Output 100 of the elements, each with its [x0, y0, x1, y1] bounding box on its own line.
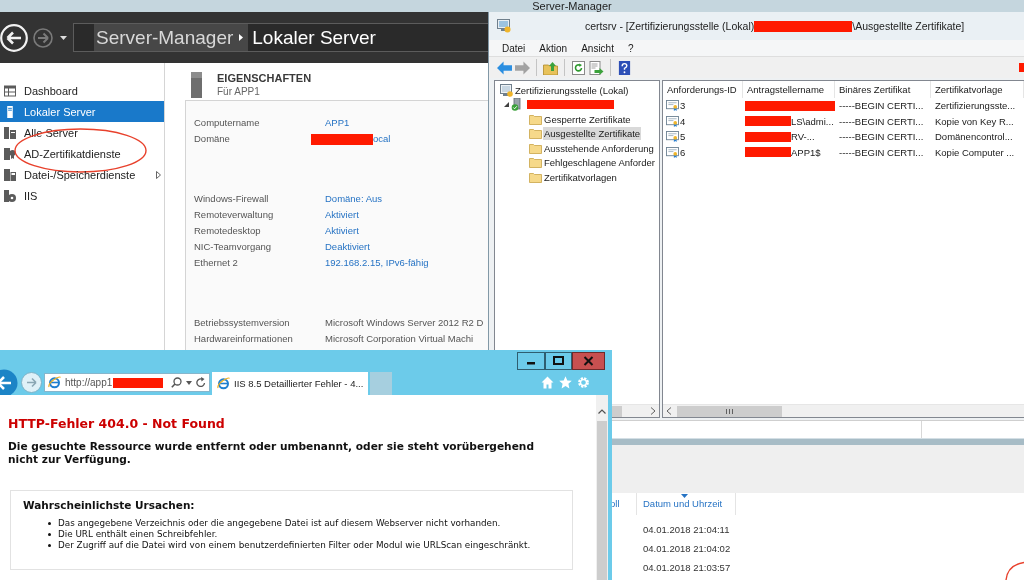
- property-link[interactable]: Aktiviert: [325, 223, 359, 239]
- search-icon[interactable]: [171, 377, 182, 388]
- cause-text: Der Zugriff auf die Datei wird von einem benutzerdefinierten Filter oder Modul wie URLScan eingeschränkt.: [58, 540, 531, 551]
- column-header[interactable]: Datum und Uhrzeit: [636, 493, 736, 515]
- certificate-icon: [666, 131, 679, 143]
- table-cell-text: -----BEGIN CERTI...: [838, 145, 925, 160]
- list-row[interactable]: 5 RV-... -----BEGIN CERTI... Domänencontrol...: [663, 129, 1024, 145]
- scroll-thumb[interactable]: [612, 405, 622, 417]
- star-icon[interactable]: [559, 376, 572, 389]
- property-value: Microsoft Corporation Virtual Machi: [325, 332, 474, 346]
- export-icon[interactable]: [589, 60, 604, 75]
- table-cell-text: 5: [680, 130, 686, 144]
- certificate-server-icon: [4, 147, 16, 160]
- table-cell-text: 04.01.2018 21:04:11: [642, 523, 731, 537]
- menu-item[interactable]: Aktion: [539, 42, 568, 54]
- folder-icon: [529, 157, 542, 169]
- table-cell-text: -----BEGIN CERTI...: [838, 99, 925, 113]
- table-cell-text: 6: [680, 145, 686, 160]
- tree-item[interactable]: Zertifikatvorlagen: [543, 170, 618, 184]
- column-header[interactable]: Antragstellername: [743, 81, 835, 98]
- caret-icon[interactable]: [186, 380, 192, 385]
- property-link[interactable]: 192.168.2.15, IPv6-fähig: [325, 255, 429, 271]
- browser-tab[interactable]: IIS 8.5 Detaillierter Fehler - 4...: [212, 372, 368, 395]
- list-row[interactable]: 6 APP1$ -----BEGIN CERTI... Kopie Computer ...: [663, 144, 1024, 160]
- maximize-icon[interactable]: [545, 352, 572, 370]
- chevron-icon: [239, 34, 244, 41]
- close-icon[interactable]: [572, 352, 605, 370]
- property-link[interactable]: Deaktiviert: [325, 239, 370, 255]
- property-label: Computername: [194, 116, 261, 130]
- sidebar-item[interactable]: IIS: [0, 185, 164, 206]
- scroll-thumb[interactable]: [677, 405, 782, 417]
- refresh-icon[interactable]: [571, 60, 586, 75]
- menu-item[interactable]: ?: [627, 42, 634, 54]
- browser-logo-icon: [217, 377, 230, 390]
- folder-up-icon[interactable]: [543, 60, 558, 75]
- servers-icon: [4, 126, 16, 139]
- folder-icon: [529, 142, 542, 154]
- storage-server-icon: [4, 168, 16, 181]
- table-cell-text: 4: [680, 114, 686, 129]
- menu-item[interactable]: Datei: [502, 42, 526, 54]
- certificate-app-icon: [497, 19, 511, 33]
- bullet-icon: [48, 533, 51, 536]
- browser-logo-icon: [48, 376, 61, 389]
- sidebar-item[interactable]: Lokaler Server: [0, 101, 164, 122]
- list-row[interactable]: 4 LS\admi... -----BEGIN CERTI... Kopie von Key R...: [663, 113, 1024, 129]
- tree-item[interactable]: Ausstehende Anforderung: [543, 141, 655, 155]
- property-label: Remotedesktop: [194, 224, 262, 238]
- scroll-up-icon[interactable]: [598, 409, 606, 414]
- property-label: Ethernet 2: [194, 256, 239, 270]
- sidebar-item[interactable]: Dashboard: [0, 80, 164, 101]
- scroll-thumb[interactable]: [597, 421, 607, 580]
- property-link[interactable]: APP1: [325, 115, 350, 131]
- expand-arrow-icon[interactable]: [156, 170, 161, 179]
- minimize-icon[interactable]: [517, 352, 545, 370]
- property-value: Microsoft Windows Server 2012 R2 D: [325, 316, 484, 330]
- expand-arrow-icon[interactable]: [504, 102, 509, 108]
- certificate-icon: [666, 146, 679, 158]
- address-field[interactable]: http://app1: [44, 373, 210, 392]
- table-cell-text: APP1$: [791, 145, 821, 160]
- caret-icon[interactable]: [60, 35, 67, 40]
- cause-text: Das angegebene Verzeichnis oder die angegebene Datei ist auf diesem Webserver nicht vorhanden.: [58, 518, 501, 529]
- forward-icon[interactable]: [33, 27, 53, 48]
- window-title: certsrv - [Zertifizierungsstelle (Lokal): [585, 20, 755, 32]
- menu-item[interactable]: Ansicht: [581, 42, 614, 54]
- back-icon[interactable]: [0, 23, 28, 52]
- forward-icon[interactable]: [21, 372, 42, 393]
- table-cell-text: 04.01.2018 21:04:02: [642, 542, 732, 556]
- bullet-icon: [48, 522, 51, 525]
- table-cell-text: 3: [680, 99, 686, 113]
- sidebar-item[interactable]: AD-Zertifikatdienste: [0, 143, 164, 164]
- table-cell-text: LS\admi...: [791, 114, 834, 129]
- help-icon[interactable]: [617, 60, 632, 75]
- table-cell-text: Kopie Computer ...: [934, 145, 1016, 160]
- column-header[interactable]: Zertifikatvorlage: [931, 81, 1024, 98]
- property-link[interactable]: Aktiviert: [325, 207, 359, 223]
- column-header[interactable]: Binäres Zertifikat: [835, 81, 931, 98]
- scroll-right-icon[interactable]: [650, 407, 656, 415]
- table-cell-text: -----BEGIN CERTI...: [838, 114, 925, 129]
- refresh-icon[interactable]: [196, 377, 206, 388]
- folder-icon: [529, 128, 542, 140]
- sidebar-item[interactable]: Datei-/Speicherdienste: [0, 164, 164, 185]
- scroll-left-icon[interactable]: [666, 407, 672, 415]
- property-link[interactable]: Domäne: Aus: [325, 191, 383, 207]
- window-title: Server-Manager: [532, 0, 612, 12]
- error-heading: HTTP-Fehler 404.0 - Not Found: [8, 415, 226, 432]
- breadcrumb-link[interactable]: Server-Manager: [94, 24, 249, 51]
- section-subtitle: Für APP1: [217, 85, 261, 99]
- table-cell-text: RV-...: [791, 130, 815, 144]
- table-cell-text: Zertifizierungsste...: [934, 99, 1017, 113]
- bullet-icon: [48, 544, 51, 547]
- column-header[interactable]: Anforderungs-ID: [663, 81, 743, 98]
- property-link[interactable]: ocal: [373, 131, 391, 147]
- tree-item[interactable]: Ausgestellte Zertifikate: [543, 127, 642, 141]
- property-label: Betriebssystemversion: [194, 316, 291, 330]
- tree-item[interactable]: Gesperrte Zertifikate: [543, 112, 632, 126]
- property-label: NIC-Teamvorgang: [194, 240, 273, 254]
- tree-item[interactable]: Zertifizierungsstelle (Lokal): [514, 83, 630, 97]
- tree-item[interactable]: Fehlgeschlagene Anforder: [543, 156, 656, 170]
- list-row[interactable]: 3 -----BEGIN CERTI... Zertifizierungsste...: [663, 98, 1024, 114]
- causes-heading: Wahrscheinlichste Ursachen:: [23, 499, 196, 512]
